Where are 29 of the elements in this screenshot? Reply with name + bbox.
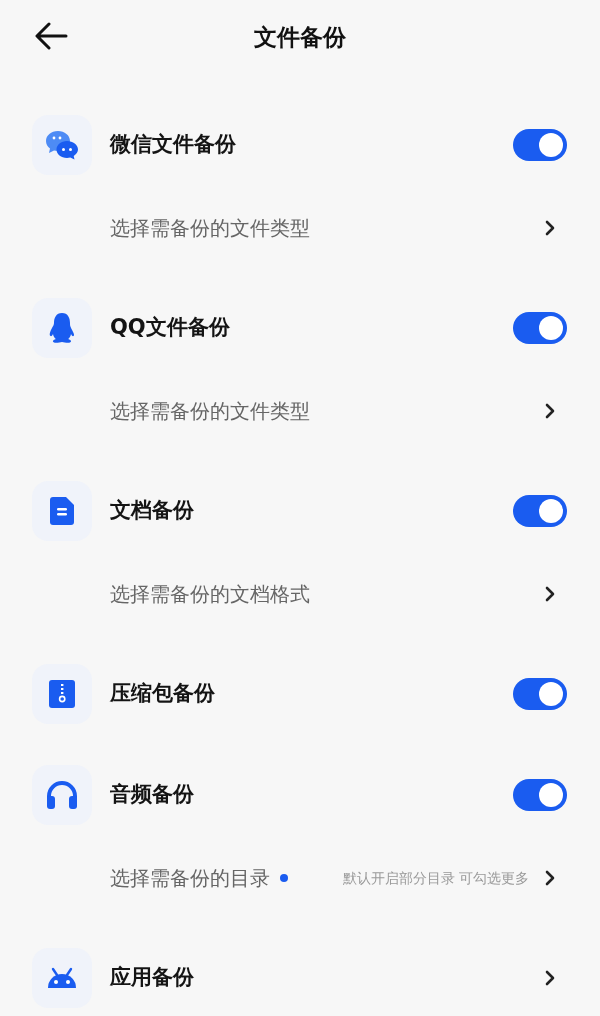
- option-link[interactable]: 选择需备份的文档格式: [110, 579, 310, 609]
- chevron-right-icon[interactable]: [545, 220, 555, 236]
- toggle-switch[interactable]: [513, 495, 567, 527]
- chevron-right-icon[interactable]: [545, 586, 555, 602]
- setting-label: QQ文件备份: [110, 314, 230, 342]
- toggle-switch[interactable]: [513, 129, 567, 161]
- chevron-right-icon[interactable]: [545, 403, 555, 419]
- option-link[interactable]: 选择需备份的目录: [110, 863, 270, 893]
- chevron-right-icon[interactable]: [545, 970, 555, 986]
- chevron-right-icon[interactable]: [545, 870, 555, 886]
- android-robot-icon: [46, 966, 78, 990]
- option-link[interactable]: 选择需备份的文件类型: [110, 396, 310, 426]
- document-icon: [49, 496, 75, 526]
- headphones-icon: [46, 780, 78, 810]
- zip-file-icon: [48, 679, 76, 709]
- toggle-switch[interactable]: [513, 678, 567, 710]
- setting-label: 压缩包备份: [110, 680, 215, 708]
- setting-label: 应用备份: [110, 964, 194, 992]
- back-arrow-icon[interactable]: [34, 22, 68, 50]
- option-link[interactable]: 选择需备份的文件类型: [110, 213, 310, 243]
- penguin-icon: [48, 312, 76, 344]
- toggle-switch[interactable]: [513, 312, 567, 344]
- chat-bubbles-icon: [45, 130, 79, 160]
- setting-label: 文档备份: [110, 497, 194, 525]
- setting-label: 音频备份: [110, 781, 194, 809]
- page-title: 文件备份: [254, 23, 346, 53]
- setting-label: 微信文件备份: [110, 131, 236, 159]
- toggle-switch[interactable]: [513, 779, 567, 811]
- hint-text: 默认开启部分目录 可勾选更多: [342, 868, 529, 888]
